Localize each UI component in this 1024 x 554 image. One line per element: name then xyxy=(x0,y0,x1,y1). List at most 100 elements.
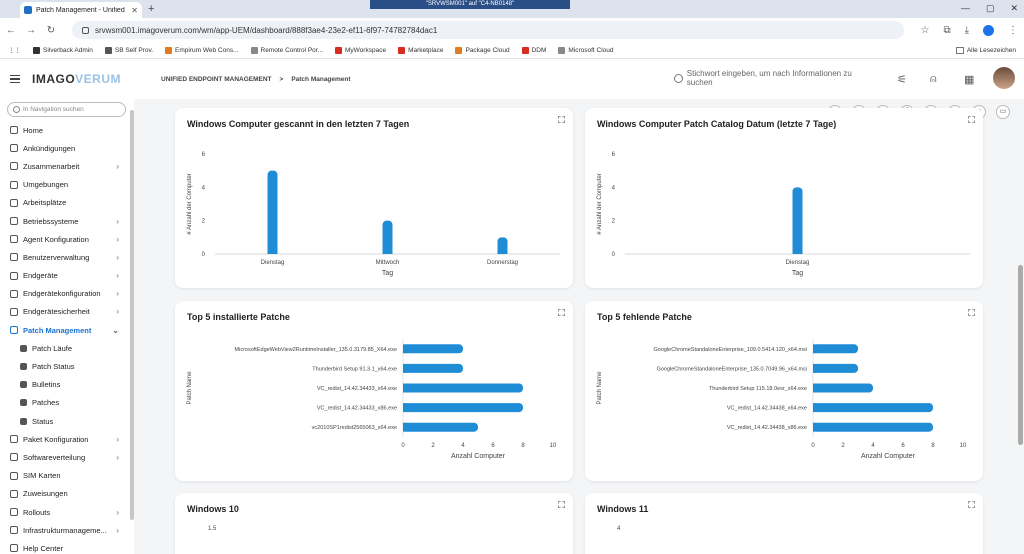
chevron-right-icon[interactable]: › xyxy=(116,271,119,280)
extensions-icon[interactable]: ⧉ xyxy=(943,25,950,36)
app-grid-icon[interactable]: ▦ xyxy=(964,73,974,86)
all-bookmarks[interactable]: Alle Lesezeichen xyxy=(955,46,1016,54)
sidebar-item-sim-karten[interactable]: SIM Karten xyxy=(0,467,133,485)
download-icon[interactable]: ⤓ xyxy=(965,25,969,36)
sidebar-item-betriebssysteme[interactable]: Betriebssysteme › xyxy=(0,212,133,230)
minimize-icon[interactable]: — xyxy=(961,3,970,14)
chevron-right-icon[interactable]: › xyxy=(116,508,119,517)
chevron-right-icon[interactable]: › xyxy=(116,435,119,444)
sidebar-item-bulletins[interactable]: Bulletins xyxy=(0,376,133,394)
sidebar-item-zuweisungen[interactable]: Zuweisungen xyxy=(0,485,133,503)
y-axis-label: # Anzahl der Computer xyxy=(597,173,603,234)
sidebar-item-home[interactable]: Home xyxy=(0,121,133,139)
forward-icon[interactable]: → xyxy=(26,25,36,36)
sidebar-item-softwareverteilung[interactable]: Softwareverteilung › xyxy=(0,448,133,466)
bookmark-item[interactable]: Empirum Web Cons... xyxy=(165,46,239,54)
bar-base xyxy=(403,403,407,413)
bar-base xyxy=(813,344,817,354)
folder-icon xyxy=(955,46,964,54)
new-tab-icon[interactable]: + xyxy=(148,3,154,15)
chevron-down-icon[interactable]: ⌄ xyxy=(112,326,119,335)
bookmark-label: Remote Control Por... xyxy=(260,46,324,54)
sidebar-item-label: Patch Management xyxy=(23,325,92,335)
bookmark-label: Empirum Web Cons... xyxy=(175,46,239,54)
bookmark-item[interactable]: Microsoft Cloud xyxy=(558,46,614,54)
sidebar-item-patches[interactable]: Patches xyxy=(0,394,133,412)
bookmark-favicon-icon xyxy=(104,46,112,54)
maximize-icon[interactable]: ▢ xyxy=(986,3,995,14)
sidebar-item-rollouts[interactable]: Rollouts › xyxy=(0,503,133,521)
url-field[interactable]: srvwsm001.imagoverum.com/wm/app-UEM/dash… xyxy=(72,21,905,39)
sidebar-item-label: Benutzerverwaltung xyxy=(23,252,90,262)
global-search[interactable]: Stichwort eingeben, um nach Informatione… xyxy=(674,69,874,87)
bookmark-favicon-icon xyxy=(250,46,258,54)
sidebar-item-patch-läufe[interactable]: Patch Läufe xyxy=(0,339,133,357)
grid-icon xyxy=(20,417,27,425)
apps-icon[interactable]: ⋮⋮ xyxy=(8,46,21,54)
expand-icon[interactable] xyxy=(968,501,975,508)
star-icon[interactable]: ☆ xyxy=(920,25,929,36)
bookmark-item[interactable]: Package Cloud xyxy=(455,46,510,54)
bookmark-favicon-icon xyxy=(398,46,406,54)
site-info-icon[interactable] xyxy=(82,26,89,34)
bookmark-item[interactable]: Silverback Admin xyxy=(33,46,93,54)
sidebar-item-agent-konfiguration[interactable]: Agent Konfiguration › xyxy=(0,230,133,248)
sidebar-item-label: Zuweisungen xyxy=(23,489,68,499)
chevron-right-icon[interactable]: › xyxy=(116,162,119,171)
menu-icon[interactable]: ⋮ xyxy=(1008,25,1018,36)
main-scrollbar[interactable] xyxy=(1018,265,1023,445)
sidebar-item-patch-management[interactable]: Patch Management ⌄ xyxy=(0,321,133,339)
monitor-icon[interactable]: ▭ xyxy=(996,105,1010,119)
x-tick-label: Mittwoch xyxy=(376,260,400,266)
chevron-right-icon[interactable]: › xyxy=(116,235,119,244)
sidebar-item-benutzerverwaltung[interactable]: Benutzerverwaltung › xyxy=(0,248,133,266)
bookmark-item[interactable]: DDM xyxy=(521,46,547,54)
browser-tab[interactable]: Patch Management - Unified E ✕ xyxy=(20,2,142,18)
sidebar-item-arbeitsplätze[interactable]: Arbeitsplätze xyxy=(0,194,133,212)
chevron-right-icon[interactable]: › xyxy=(116,253,119,262)
sidebar-item-ankündigungen[interactable]: Ankündigungen xyxy=(0,139,133,157)
back-icon[interactable]: ← xyxy=(6,25,16,36)
y-axis-label: Patch Name xyxy=(597,371,603,405)
breadcrumb-root[interactable]: UNIFIED ENDPOINT MANAGEMENT xyxy=(161,76,272,83)
bar-chart: MicrosoftEdgeWebView2RuntimeInstaller_13… xyxy=(187,339,557,460)
bar xyxy=(403,344,463,354)
chart-card-windows10: Windows 10 1.5 xyxy=(175,493,573,554)
close-tab-icon[interactable]: ✕ xyxy=(131,6,138,15)
sidebar-item-status[interactable]: Status xyxy=(0,412,133,430)
sidebar-item-label: Paket Konfiguration xyxy=(23,434,89,444)
sidebar-item-paket-konfiguration[interactable]: Paket Konfiguration › xyxy=(0,430,133,448)
avatar[interactable] xyxy=(993,67,1015,89)
bookmark-item[interactable]: Remote Control Por... xyxy=(250,46,324,54)
nav-search-input[interactable]: In Navigation suchen xyxy=(7,102,126,117)
chevron-right-icon[interactable]: › xyxy=(116,307,119,316)
filter-settings-icon[interactable]: ⚟ xyxy=(897,73,907,86)
breadcrumb: UNIFIED ENDPOINT MANAGEMENT > Patch Mana… xyxy=(161,76,351,83)
chevron-right-icon[interactable]: › xyxy=(116,526,119,535)
sidebar-item-patch-status[interactable]: Patch Status xyxy=(0,357,133,375)
bookmark-item[interactable]: MyWorkspace xyxy=(335,46,386,54)
close-window-icon[interactable]: ✕ xyxy=(1010,3,1018,14)
grid-icon xyxy=(20,363,27,371)
chevron-right-icon[interactable]: › xyxy=(116,453,119,462)
hamburger-icon[interactable] xyxy=(10,74,20,84)
bookmark-label: DDM xyxy=(531,46,547,54)
reload-icon[interactable]: ↻ xyxy=(46,25,56,36)
chevron-right-icon[interactable]: › xyxy=(116,217,119,226)
sidebar-item-infrastrukturmanageme[interactable]: Infrastrukturmanageme... › xyxy=(0,521,133,539)
chevron-right-icon[interactable]: › xyxy=(116,289,119,298)
chart-title: Windows 11 xyxy=(597,504,649,514)
sidebar-item-endgeräte[interactable]: Endgeräte › xyxy=(0,267,133,285)
y-tick-label: VC_redist_14.42.34438_x86.exe xyxy=(727,425,807,431)
sidebar-item-umgebungen[interactable]: Umgebungen xyxy=(0,176,133,194)
sidebar-item-endgerätekonfiguration[interactable]: Endgerätekonfiguration › xyxy=(0,285,133,303)
sidebar-item-endgerätesicherheit[interactable]: Endgerätesicherheit › xyxy=(0,303,133,321)
x-tick-label: 10 xyxy=(960,443,967,449)
bookmark-item[interactable]: SB Self Prov. xyxy=(104,46,153,54)
expand-icon[interactable] xyxy=(558,501,565,508)
notifications-icon[interactable]: ⍝ xyxy=(930,73,937,86)
sidebar-item-zusammenarbeit[interactable]: Zusammenarbeit › xyxy=(0,157,133,175)
sidebar-item-help-center[interactable]: Help Center xyxy=(0,539,133,554)
bookmark-item[interactable]: Marketplace xyxy=(398,46,443,54)
profile-icon[interactable] xyxy=(983,24,994,36)
